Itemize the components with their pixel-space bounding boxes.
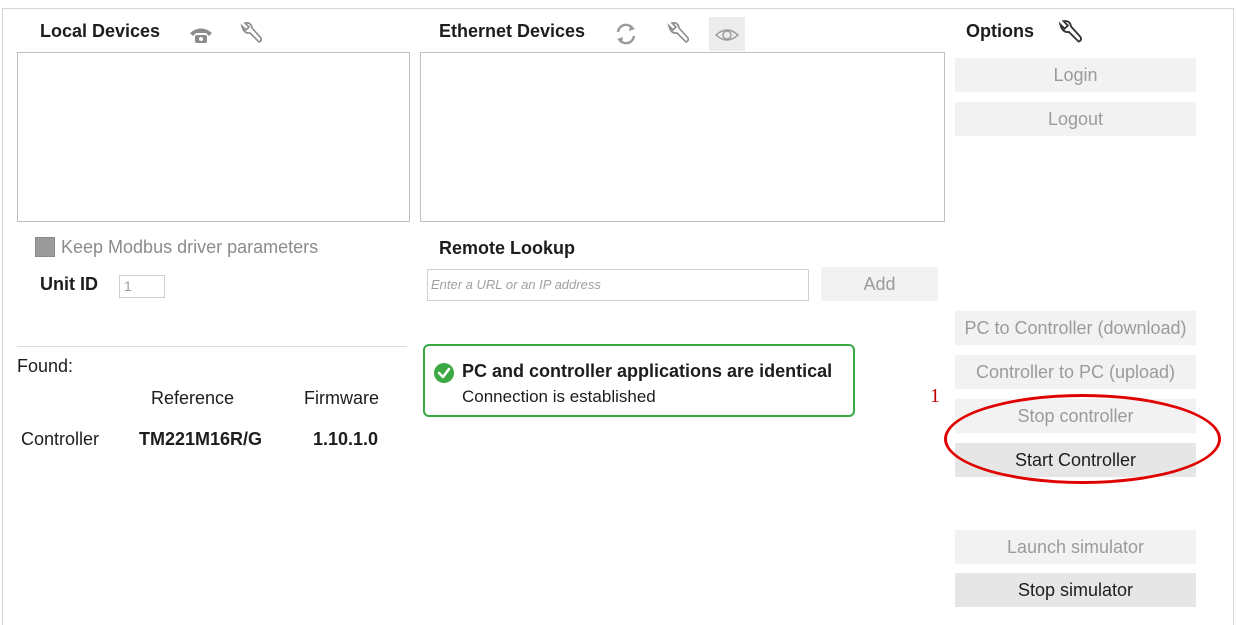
status-subtitle: Connection is established — [462, 387, 656, 406]
found-divider — [17, 346, 407, 347]
phone-icon[interactable] — [188, 25, 214, 50]
remote-lookup-label: Remote Lookup — [439, 238, 576, 258]
logout-button[interactable]: Logout — [955, 102, 1196, 136]
column-header-reference: Reference — [151, 388, 235, 408]
launch-simulator-button[interactable]: Launch simulator — [955, 530, 1196, 564]
unit-id-label: Unit ID — [40, 274, 98, 294]
keep-modbus-label: Keep Modbus driver parameters — [61, 237, 319, 257]
stop-simulator-button[interactable]: Stop simulator — [955, 573, 1196, 607]
options-title: Options — [966, 21, 1034, 41]
add-button[interactable]: Add — [821, 267, 938, 301]
column-header-firmware: Firmware — [304, 388, 379, 408]
login-button[interactable]: Login — [955, 58, 1196, 92]
refresh-icon[interactable] — [612, 20, 640, 53]
keep-modbus-checkbox[interactable] — [35, 237, 55, 257]
annotation-number: 1 — [930, 385, 940, 407]
url-input[interactable]: Enter a URL or an IP address — [427, 269, 809, 301]
found-row-name: Controller — [21, 429, 100, 449]
ethernet-devices-title: Ethernet Devices — [439, 21, 586, 41]
check-circle-icon — [434, 363, 454, 388]
status-title: PC and controller applications are ident… — [462, 361, 833, 381]
wrench-icon[interactable] — [665, 21, 691, 52]
wrench-icon[interactable] — [238, 21, 264, 52]
annotation-ellipse — [944, 394, 1221, 484]
pc-to-controller-button[interactable]: PC to Controller (download) — [955, 311, 1196, 345]
status-box: PC and controller applications are ident… — [423, 344, 855, 417]
found-row-firmware: 1.10.1.0 — [313, 429, 379, 449]
local-devices-list[interactable] — [17, 52, 410, 222]
found-label: Found: — [17, 356, 74, 376]
found-row-reference: TM221M16R/G — [139, 429, 263, 449]
local-devices-title: Local Devices — [40, 21, 161, 41]
wrench-icon[interactable] — [1056, 19, 1084, 52]
ethernet-devices-list[interactable] — [420, 52, 945, 222]
controller-to-pc-button[interactable]: Controller to PC (upload) — [955, 355, 1196, 389]
unit-id-input[interactable]: 1 — [119, 275, 165, 298]
eye-icon[interactable] — [709, 17, 745, 51]
